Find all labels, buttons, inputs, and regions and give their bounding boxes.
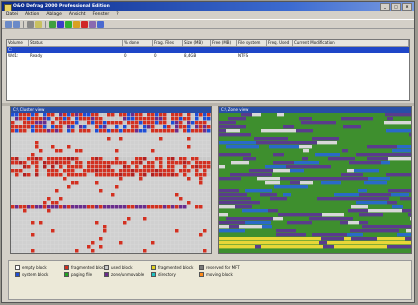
stop-red-icon[interactable] bbox=[81, 20, 88, 28]
legend-label: used block bbox=[111, 265, 133, 270]
start-icon[interactable] bbox=[65, 20, 72, 28]
menu-file[interactable]: Datei bbox=[6, 11, 18, 19]
back-icon[interactable] bbox=[5, 20, 12, 28]
legend-swatch bbox=[104, 265, 109, 270]
menu-action[interactable]: Aktion bbox=[25, 11, 39, 19]
col-free[interactable]: Free (MB) bbox=[211, 40, 237, 46]
legend-label: paging file bbox=[71, 272, 93, 277]
col-size[interactable]: Size (MB) bbox=[183, 40, 211, 46]
cell-status: Ready bbox=[30, 53, 43, 58]
legend-item: paging file bbox=[64, 272, 92, 277]
forward-icon[interactable] bbox=[13, 20, 20, 28]
cell-frag: 0 bbox=[154, 53, 157, 58]
legend-item: empty block bbox=[15, 265, 47, 270]
col-filesystem[interactable]: File system bbox=[237, 40, 267, 46]
title-bar: O&O Defrag 2000 Professional Edition _ □… bbox=[2, 2, 414, 11]
col-freq-used[interactable]: Freq. Used bbox=[267, 40, 293, 46]
legend-swatch bbox=[15, 272, 20, 277]
menu-storage[interactable]: Ablage bbox=[46, 11, 62, 19]
legend-swatch bbox=[64, 265, 69, 270]
minimize-button[interactable]: _ bbox=[380, 3, 390, 11]
volume-list-header: Volume Status % done Frag. Files Size (M… bbox=[7, 40, 409, 47]
legend-item: reserved for MFT bbox=[199, 265, 240, 270]
window-title: O&O Defrag 2000 Professional Edition bbox=[13, 4, 110, 9]
legend-swatch bbox=[64, 272, 69, 277]
legend-swatch bbox=[199, 265, 204, 270]
volume-row[interactable]: Wd1: Ready 0 0 8,4GB NTFS bbox=[7, 53, 409, 59]
legend-item: system block bbox=[15, 272, 48, 277]
legend-swatch bbox=[151, 272, 156, 277]
legend-label: fragmented block bbox=[158, 265, 194, 270]
legend-item: fragmented block bbox=[64, 265, 106, 270]
legend-item: moving block bbox=[199, 272, 233, 277]
legend-swatch bbox=[199, 272, 204, 277]
refresh-icon[interactable] bbox=[49, 20, 56, 28]
col-modification[interactable]: Current Modification bbox=[293, 40, 409, 46]
zone-map bbox=[219, 113, 411, 253]
help-icon[interactable] bbox=[97, 20, 104, 28]
col-done[interactable]: % done bbox=[123, 40, 153, 46]
legend-item: fragmented block bbox=[151, 265, 193, 270]
legend-swatch bbox=[15, 265, 20, 270]
app-icon bbox=[4, 3, 12, 11]
settings-icon[interactable] bbox=[89, 20, 96, 28]
stop-icon[interactable] bbox=[27, 20, 34, 28]
app-window: O&O Defrag 2000 Professional Edition _ □… bbox=[1, 1, 415, 303]
menu-view[interactable]: Ansicht bbox=[69, 11, 86, 19]
legend-label: reserved for MFT bbox=[206, 265, 240, 270]
cell-free bbox=[211, 53, 237, 59]
cell-filesystem: NTFS bbox=[238, 53, 249, 58]
legend-item: directory bbox=[151, 272, 176, 277]
legend-swatch bbox=[151, 265, 156, 270]
zone-view-pane: C:\ Zone view bbox=[218, 106, 412, 254]
col-frag[interactable]: Frag. Files bbox=[153, 40, 183, 46]
legend-swatch bbox=[104, 272, 109, 277]
legend-label: system block bbox=[22, 272, 49, 277]
legend-item: used block bbox=[104, 265, 133, 270]
legend: empty block system block fragmented bloc… bbox=[8, 260, 412, 300]
cell-volume: Wd1: bbox=[8, 53, 19, 58]
maximize-button[interactable]: □ bbox=[391, 3, 401, 11]
legend-label: empty block bbox=[22, 265, 47, 270]
cluster-map bbox=[11, 113, 211, 253]
toolbar bbox=[2, 19, 414, 29]
menu-bar: Datei Aktion Ablage Ansicht Fenster ? bbox=[2, 11, 414, 19]
search-icon[interactable] bbox=[57, 20, 64, 28]
menu-help[interactable]: ? bbox=[116, 11, 118, 19]
volume-list: Volume Status % done Frag. Files Size (M… bbox=[6, 39, 410, 101]
legend-label: zone/unmovable bbox=[111, 272, 145, 277]
legend-label: fragmented block bbox=[71, 265, 107, 270]
cell-size: 8,4GB bbox=[184, 53, 197, 58]
col-status[interactable]: Status bbox=[29, 40, 123, 46]
col-volume[interactable]: Volume bbox=[7, 40, 29, 46]
pause-icon[interactable] bbox=[73, 20, 80, 28]
legend-label: moving block bbox=[206, 272, 233, 277]
legend-item: zone/unmovable bbox=[104, 272, 144, 277]
cluster-view-pane: C:\ Cluster view bbox=[10, 106, 212, 254]
menu-window[interactable]: Fenster bbox=[93, 11, 110, 19]
cell-done: 0 bbox=[124, 53, 127, 58]
close-button[interactable]: × bbox=[402, 3, 412, 11]
properties-icon[interactable] bbox=[35, 20, 42, 28]
legend-label: directory bbox=[158, 272, 176, 277]
